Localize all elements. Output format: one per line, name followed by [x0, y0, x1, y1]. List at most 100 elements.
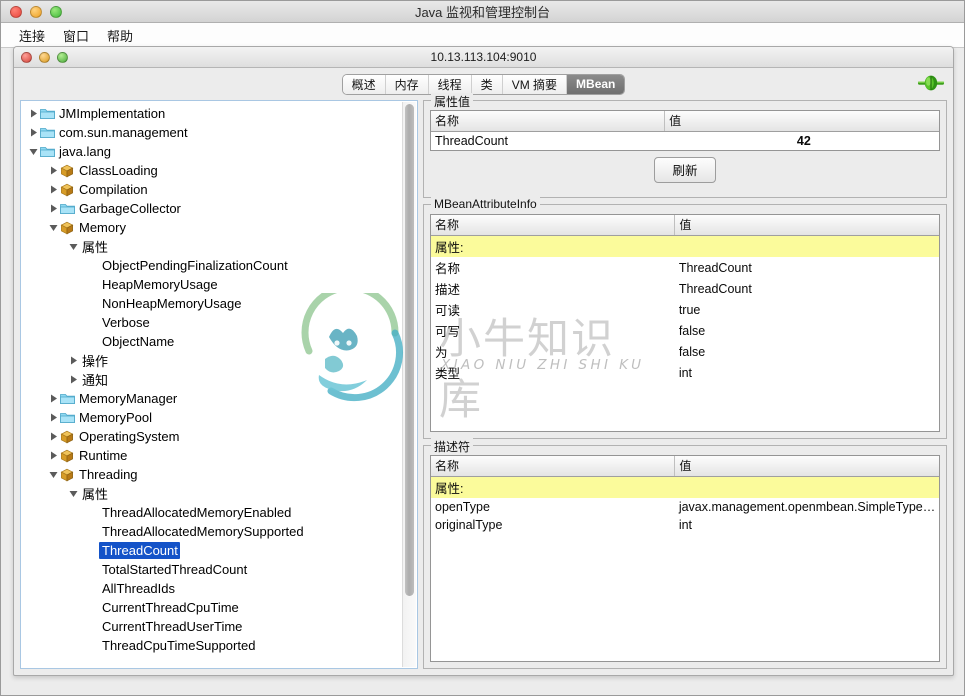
tree-node[interactable]: TotalStartedThreadCount — [21, 560, 402, 579]
tree-node[interactable]: ThreadCount — [21, 541, 402, 560]
tree-node[interactable]: java.lang — [21, 142, 402, 161]
menu-item-help[interactable]: 帮助 — [98, 24, 142, 47]
internal-zoom-button[interactable] — [57, 52, 68, 63]
tree-node[interactable]: Memory — [21, 218, 402, 237]
twisty-placeholder — [87, 318, 100, 327]
tree-scrollbar-thumb[interactable] — [405, 104, 414, 596]
tab-segmented-control: 概述 内存 线程 类 VM 摘要 MBean — [342, 74, 626, 95]
table-header-row: 名称 值 — [431, 215, 939, 236]
tree-node[interactable]: JMImplementation — [21, 104, 402, 123]
chevron-down-icon[interactable] — [67, 242, 80, 251]
tab-mbean[interactable]: MBean — [567, 75, 624, 94]
close-window-button[interactable] — [10, 6, 22, 18]
twisty-placeholder — [87, 641, 100, 650]
table-header-row: 名称 值 — [431, 456, 939, 477]
chevron-down-icon[interactable] — [67, 489, 80, 498]
tree-node[interactable]: Threading — [21, 465, 402, 484]
column-header-value[interactable]: 值 — [665, 111, 939, 132]
attribute-value-table-wrap: 名称 值 ThreadCount42 — [430, 110, 940, 151]
internal-frame-title: 10.13.113.104:9010 — [14, 50, 953, 64]
column-header-value[interactable]: 值 — [675, 215, 939, 236]
chevron-right-icon[interactable] — [47, 185, 60, 194]
chevron-right-icon[interactable] — [47, 204, 60, 213]
table-row[interactable]: 可写false — [431, 320, 939, 341]
tab-vm-summary[interactable]: VM 摘要 — [503, 75, 567, 94]
application-window: Java 监视和管理控制台 连接 窗口 帮助 10.13.113.104:901… — [0, 0, 965, 696]
tree-node[interactable]: ThreadCpuTimeSupported — [21, 636, 402, 655]
menu-item-connect[interactable]: 连接 — [10, 24, 54, 47]
table-row[interactable]: openTypejavax.management.openmbean.Simpl… — [431, 498, 939, 516]
tree-node[interactable]: CurrentThreadCpuTime — [21, 598, 402, 617]
chevron-right-icon[interactable] — [47, 413, 60, 422]
table-row[interactable]: ThreadCount42 — [431, 132, 939, 150]
tree-node[interactable]: Runtime — [21, 446, 402, 465]
tree-node-label: GarbageCollector — [77, 201, 181, 216]
tree-node[interactable]: HeapMemoryUsage — [21, 275, 402, 294]
tab-overview[interactable]: 概述 — [343, 75, 386, 94]
internal-close-button[interactable] — [21, 52, 32, 63]
tree-node[interactable]: MemoryPool — [21, 408, 402, 427]
descriptor-group-title: 描述符 — [431, 438, 473, 455]
refresh-button[interactable]: 刷新 — [654, 157, 715, 183]
chevron-right-icon[interactable] — [27, 128, 40, 137]
tree-node-label: ObjectPendingFinalizationCount — [100, 258, 288, 273]
tree-node[interactable]: Verbose — [21, 313, 402, 332]
mbean-cube-icon — [60, 221, 77, 235]
minimize-window-button[interactable] — [30, 6, 42, 18]
table-row[interactable]: 属性: — [431, 236, 939, 258]
tab-memory[interactable]: 内存 — [386, 75, 429, 94]
zoom-window-button[interactable] — [50, 6, 62, 18]
chevron-right-icon[interactable] — [67, 375, 80, 384]
tree-node[interactable]: 属性 — [21, 237, 402, 256]
internal-minimize-button[interactable] — [39, 52, 50, 63]
tree-node[interactable]: ThreadAllocatedMemoryEnabled — [21, 503, 402, 522]
tab-threads[interactable]: 线程 — [429, 75, 472, 94]
column-header-value[interactable]: 值 — [675, 456, 939, 477]
chevron-right-icon[interactable] — [27, 109, 40, 118]
twisty-placeholder — [87, 299, 100, 308]
chevron-down-icon[interactable] — [27, 147, 40, 156]
tree-node[interactable]: GarbageCollector — [21, 199, 402, 218]
tree-vertical-scrollbar[interactable] — [402, 102, 416, 667]
tree-node[interactable]: NonHeapMemoryUsage — [21, 294, 402, 313]
tree-node-label: 属性 — [80, 237, 108, 256]
tree-node[interactable]: MemoryManager — [21, 389, 402, 408]
table-row[interactable]: 可读true — [431, 299, 939, 320]
tree-node[interactable]: com.sun.management — [21, 123, 402, 142]
tree-node[interactable]: ObjectName — [21, 332, 402, 351]
chevron-right-icon[interactable] — [47, 166, 60, 175]
column-header-name[interactable]: 名称 — [431, 215, 675, 236]
column-header-name[interactable]: 名称 — [431, 111, 665, 132]
table-row[interactable]: originalTypeint — [431, 516, 939, 534]
tree-node[interactable]: 操作 — [21, 351, 402, 370]
mbean-tree[interactable]: JMImplementationcom.sun.managementjava.l… — [21, 101, 402, 668]
chevron-right-icon[interactable] — [47, 432, 60, 441]
tree-node[interactable]: ThreadAllocatedMemorySupported — [21, 522, 402, 541]
tree-node[interactable]: Compilation — [21, 180, 402, 199]
tree-node[interactable]: OperatingSystem — [21, 427, 402, 446]
mbean-tree-panel[interactable]: JMImplementationcom.sun.managementjava.l… — [20, 100, 418, 669]
table-row[interactable]: 属性: — [431, 477, 939, 499]
tab-classes[interactable]: 类 — [472, 75, 503, 94]
chevron-right-icon[interactable] — [67, 356, 80, 365]
column-header-name[interactable]: 名称 — [431, 456, 675, 477]
chevron-down-icon[interactable] — [47, 223, 60, 232]
tree-node[interactable]: CurrentThreadUserTime — [21, 617, 402, 636]
chevron-down-icon[interactable] — [47, 470, 60, 479]
table-row[interactable]: 为false — [431, 341, 939, 362]
tree-node[interactable]: 通知 — [21, 370, 402, 389]
chevron-right-icon[interactable] — [47, 394, 60, 403]
cell-value: int — [675, 516, 939, 534]
tree-node[interactable]: 属性 — [21, 484, 402, 503]
tree-node-label: Threading — [77, 467, 138, 482]
table-row[interactable]: 名称ThreadCount — [431, 257, 939, 278]
tree-node[interactable]: ObjectPendingFinalizationCount — [21, 256, 402, 275]
chevron-right-icon[interactable] — [47, 451, 60, 460]
menu-item-window[interactable]: 窗口 — [54, 24, 98, 47]
tree-node[interactable]: AllThreadIds — [21, 579, 402, 598]
tree-node-label: 属性 — [80, 484, 108, 503]
tree-node[interactable]: ClassLoading — [21, 161, 402, 180]
table-row[interactable]: 类型int — [431, 362, 939, 383]
tree-node-label: MemoryPool — [77, 410, 152, 425]
table-row[interactable]: 描述ThreadCount — [431, 278, 939, 299]
